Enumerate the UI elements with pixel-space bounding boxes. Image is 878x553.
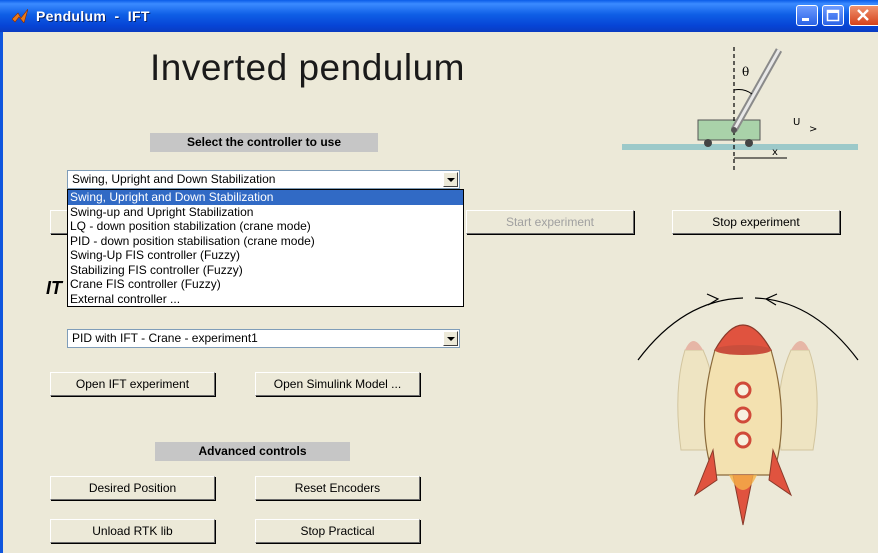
ift-select-value: PID with IFT - Crane - experiment1 (72, 331, 258, 345)
chevron-down-icon[interactable] (443, 172, 458, 187)
open-ift-experiment-button[interactable]: Open IFT experiment (50, 372, 215, 396)
cart-wheel (704, 139, 712, 147)
dropdown-option[interactable]: PID - down position stabilisation (crane… (68, 234, 463, 249)
maximize-icon (826, 9, 840, 22)
page-title: Inverted pendulum (150, 47, 465, 88)
u-label: U (793, 117, 800, 128)
minimize-icon (802, 18, 809, 21)
cart (697, 119, 761, 141)
rocket-main (693, 324, 793, 526)
close-button[interactable] (849, 5, 878, 26)
reset-encoders-button[interactable]: Reset Encoders (255, 476, 420, 500)
controller-select[interactable]: Swing, Upright and Down Stabilization (67, 170, 460, 189)
cart-wheel (745, 139, 753, 147)
x-label: x (772, 147, 778, 158)
unload-rtk-lib-button[interactable]: Unload RTK lib (50, 519, 215, 543)
minimize-button[interactable] (796, 5, 818, 26)
controller-section-label: Select the controller to use (150, 133, 378, 152)
title-bar[interactable]: Pendulum - IFT (0, 0, 878, 32)
maximize-button[interactable] (822, 5, 844, 26)
stop-experiment-button[interactable]: Stop experiment (672, 210, 840, 234)
chevron-down-icon[interactable] (443, 331, 458, 346)
angle-arc (733, 89, 753, 95)
svg-text:>: > (809, 124, 817, 135)
dropdown-option[interactable]: External controller ... (68, 292, 463, 307)
desired-position-button[interactable]: Desired Position (50, 476, 215, 500)
dropdown-option[interactable]: Swing-up and Upright Stabilization (68, 205, 463, 220)
open-simulink-model-button[interactable]: Open Simulink Model ... (255, 372, 420, 396)
theta-label: θ (742, 65, 749, 79)
pendulum-diagram: θ U > x (622, 47, 858, 172)
window-left-border (0, 32, 3, 553)
ift-section-label: IT (46, 278, 62, 298)
stop-practical-button[interactable]: Stop Practical (255, 519, 420, 543)
application-window: Pendulum - IFT Inverted pendulum θ U > x… (0, 0, 878, 553)
dropdown-option[interactable]: Stabilizing FIS controller (Fuzzy) (68, 263, 463, 278)
dropdown-option[interactable]: Swing-Up FIS controller (Fuzzy) (68, 248, 463, 263)
window-title: Pendulum - IFT (36, 8, 150, 24)
close-icon (857, 9, 869, 21)
controller-dropdown-list[interactable]: Swing, Upright and Down Stabilization Sw… (67, 189, 464, 307)
matlab-icon (12, 9, 28, 23)
controller-select-value: Swing, Upright and Down Stabilization (72, 172, 276, 186)
start-experiment-button[interactable]: Start experiment (466, 210, 634, 234)
ift-experiment-select[interactable]: PID with IFT - Crane - experiment1 (67, 329, 460, 348)
dropdown-option[interactable]: Swing, Upright and Down Stabilization (68, 190, 463, 205)
rocket-illustration (637, 293, 859, 526)
rocket-ghost-right (778, 341, 818, 451)
dropdown-option[interactable]: LQ - down position stabilization (crane … (68, 219, 463, 234)
dropdown-option[interactable]: Crane FIS controller (Fuzzy) (68, 277, 463, 292)
advanced-controls-label: Advanced controls (155, 442, 350, 461)
